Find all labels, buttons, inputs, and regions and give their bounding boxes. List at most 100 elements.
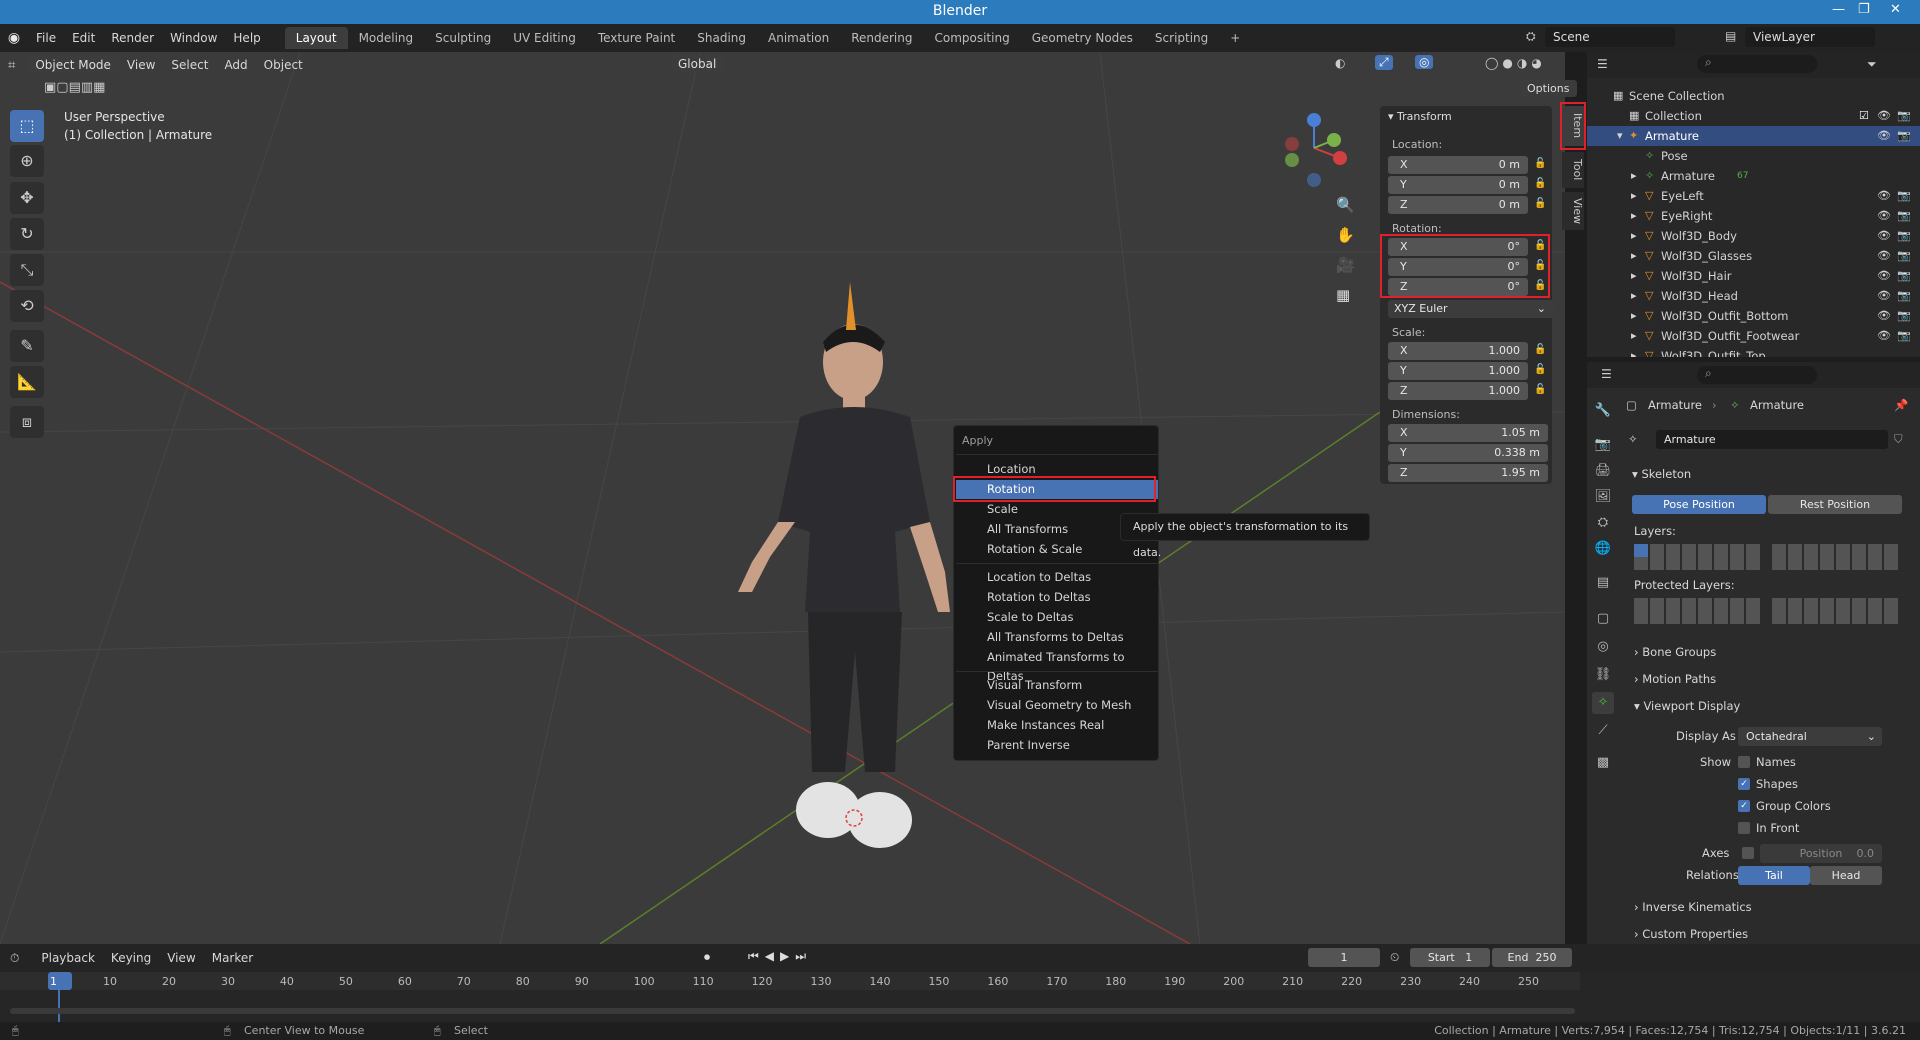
scale-z-field[interactable]: Z 1.000 xyxy=(1388,382,1528,400)
menu-help[interactable]: Help xyxy=(225,31,268,45)
camera-icon[interactable]: 📷 xyxy=(1897,326,1911,346)
apply-all-transforms-to-deltas[interactable]: All Transforms to Deltas xyxy=(956,628,1158,647)
outliner-row-outfit-bottom[interactable]: ▸ ▽ Wolf3D_Outfit_Bottom 👁 📷 xyxy=(1587,306,1920,326)
apply-scale-to-deltas[interactable]: Scale to Deltas xyxy=(956,608,1158,627)
output-properties-tab-icon[interactable]: 🖨 xyxy=(1592,460,1614,482)
select-mode-icons[interactable]: ▣▢▤▥▦ xyxy=(44,80,105,95)
filter-icon[interactable]: ⏷ xyxy=(1867,57,1877,72)
bone-groups-panel-header[interactable]: › Bone Groups xyxy=(1634,645,1716,659)
zoom-icon[interactable]: 🔍 xyxy=(1336,196,1355,214)
minimize-icon[interactable]: — xyxy=(1832,2,1845,17)
display-as-select[interactable]: Octahedral ⌄ xyxy=(1738,727,1882,746)
tab-modeling[interactable]: Modeling xyxy=(348,27,425,49)
options-button[interactable]: Options xyxy=(1519,80,1578,97)
timeline-scrollbar[interactable] xyxy=(10,1008,1575,1014)
eye-icon[interactable]: 👁 xyxy=(1877,306,1891,326)
measure-tool-icon[interactable]: 📐 xyxy=(10,366,44,398)
location-x-field[interactable]: X0 m xyxy=(1388,156,1528,174)
camera-view-icon[interactable]: 🎥 xyxy=(1336,256,1355,274)
orientation-selector[interactable]: Global xyxy=(670,55,725,73)
outliner-row-outfit-top[interactable]: ▸ ▽ Wolf3D_Outfit_Top xyxy=(1587,346,1920,357)
eye-icon[interactable]: 👁 xyxy=(1877,266,1891,286)
menu-edit[interactable]: Edit xyxy=(64,31,103,45)
eye-icon[interactable]: 👁 xyxy=(1877,126,1891,146)
menu-render[interactable]: Render xyxy=(103,31,162,45)
checkbox-icon[interactable]: ☑ xyxy=(1859,106,1869,126)
properties-search-icon[interactable]: ⌕ xyxy=(1697,366,1817,384)
viewport-menu-add[interactable]: Add xyxy=(216,58,255,72)
apply-animated-transforms-to-deltas[interactable]: Animated Transforms to Deltas xyxy=(956,648,1158,683)
timeline-menu-keying[interactable]: Keying xyxy=(103,951,159,965)
scene-tab-icon[interactable]: ⛭ xyxy=(1592,512,1614,534)
eye-icon[interactable]: 👁 xyxy=(1877,206,1891,226)
axes-checkbox[interactable] xyxy=(1742,847,1754,859)
fake-user-shield-icon[interactable]: ⛉ xyxy=(1894,432,1903,447)
tab-tool[interactable]: Tool xyxy=(1562,152,1584,188)
close-icon[interactable]: ✕ xyxy=(1890,2,1901,17)
outliner-row-armature[interactable]: ▾ ✦ Armature 👁 📷 xyxy=(1587,126,1920,146)
apply-location-to-deltas[interactable]: Location to Deltas xyxy=(956,568,1158,587)
tab-rendering[interactable]: Rendering xyxy=(840,27,923,49)
object-tab-icon[interactable]: ▢ xyxy=(1592,608,1614,630)
shapes-checkbox[interactable]: ✓ xyxy=(1738,778,1750,790)
tab-texture-paint[interactable]: Texture Paint xyxy=(587,27,686,49)
outliner-row-collection[interactable]: ▦ Collection ☑ 👁 📷 xyxy=(1587,106,1920,126)
lock-icon[interactable]: 🔓 xyxy=(1534,158,1546,169)
select-box-tool-icon[interactable]: ⬚ xyxy=(10,110,44,142)
add-cube-tool-icon[interactable]: ⧈ xyxy=(10,406,44,438)
scale-y-field[interactable]: Y 1.000 xyxy=(1388,362,1528,380)
editor-type-icon[interactable]: ⌗ xyxy=(8,58,15,73)
timeline-menu-marker[interactable]: Marker xyxy=(204,951,261,965)
lock-icon[interactable]: 🔓 xyxy=(1534,384,1546,395)
eye-icon[interactable]: 👁 xyxy=(1877,226,1891,246)
outliner-row-eyeleft[interactable]: ▸ ▽ EyeLeft 👁 📷 xyxy=(1587,186,1920,206)
skeleton-panel-header[interactable]: ▾ Skeleton xyxy=(1632,467,1691,481)
scale-tool-icon[interactable]: ⤡ xyxy=(10,254,44,286)
outliner-row-scene-collection[interactable]: ▦ Scene Collection xyxy=(1587,86,1920,106)
overlay-toggle-icon[interactable]: ◎ xyxy=(1415,55,1434,69)
camera-icon[interactable]: 📷 xyxy=(1897,226,1911,246)
scale-x-field[interactable]: X 1.000 xyxy=(1388,342,1528,360)
texture-tab-icon[interactable]: ▩ xyxy=(1592,752,1614,774)
tab-geometry-nodes[interactable]: Geometry Nodes xyxy=(1021,27,1144,49)
location-z-field[interactable]: Z0 m xyxy=(1388,196,1528,214)
ortho-grid-icon[interactable]: ▦ xyxy=(1336,286,1350,304)
tab-uv-editing[interactable]: UV Editing xyxy=(502,27,587,49)
record-icon[interactable]: ⏺ xyxy=(704,950,710,965)
tab-scripting[interactable]: Scripting xyxy=(1144,27,1219,49)
apply-rotation-scale[interactable]: Rotation & Scale xyxy=(956,540,1158,559)
outliner-row-glasses[interactable]: ▸ ▽ Wolf3D_Glasses 👁 📷 xyxy=(1587,246,1920,266)
apply-make-instances-real[interactable]: Make Instances Real xyxy=(956,716,1158,735)
clock-icon[interactable]: ⏲ xyxy=(1390,950,1399,965)
cursor-tool-icon[interactable]: ⊕ xyxy=(10,145,44,177)
axes-position-field[interactable]: Position 0.0 xyxy=(1760,844,1882,863)
relations-tail-button[interactable]: Tail xyxy=(1738,866,1810,885)
start-frame-field[interactable]: Start 1 xyxy=(1410,948,1490,967)
outliner-row-armature-data[interactable]: ▸ ✧ Armature 67 xyxy=(1587,166,1920,186)
apply-parent-inverse[interactable]: Parent Inverse xyxy=(956,736,1158,755)
lock-icon[interactable]: 🔓 xyxy=(1534,364,1546,375)
camera-icon[interactable]: 📷 xyxy=(1897,286,1911,306)
end-frame-field[interactable]: End 250 xyxy=(1492,948,1572,967)
tab-animation[interactable]: Animation xyxy=(757,27,840,49)
group-colors-checkbox[interactable]: ✓ xyxy=(1738,800,1750,812)
pose-position-button[interactable]: Pose Position xyxy=(1632,495,1766,514)
camera-icon[interactable]: 📷 xyxy=(1897,206,1911,226)
physics-tab-icon[interactable]: ◎ xyxy=(1592,636,1614,658)
protected-layers-grid-right[interactable] xyxy=(1772,598,1898,624)
apply-rotation-to-deltas[interactable]: Rotation to Deltas xyxy=(956,588,1158,607)
outliner-editor-icon[interactable]: ☰ xyxy=(1597,57,1608,71)
restore-icon[interactable]: ❐ xyxy=(1858,2,1870,17)
annotate-tool-icon[interactable]: ✎ xyxy=(10,330,44,362)
pan-hand-icon[interactable]: ✋ xyxy=(1336,226,1355,244)
view-layer-tab-icon[interactable]: 🖼 xyxy=(1592,486,1614,508)
camera-icon[interactable]: 📷 xyxy=(1897,306,1911,326)
outliner-row-eyeright[interactable]: ▸ ▽ EyeRight 👁 📷 xyxy=(1587,206,1920,226)
relations-head-button[interactable]: Head xyxy=(1810,866,1882,885)
pin-icon[interactable]: 📌 xyxy=(1894,398,1908,412)
menu-file[interactable]: File xyxy=(28,31,64,45)
viewport-menu-view[interactable]: View xyxy=(119,58,163,72)
rest-position-button[interactable]: Rest Position xyxy=(1768,495,1902,514)
outliner-row-outfit-footwear[interactable]: ▸ ▽ Wolf3D_Outfit_Footwear 👁 📷 xyxy=(1587,326,1920,346)
inverse-kinematics-panel-header[interactable]: › Inverse Kinematics xyxy=(1634,900,1752,914)
